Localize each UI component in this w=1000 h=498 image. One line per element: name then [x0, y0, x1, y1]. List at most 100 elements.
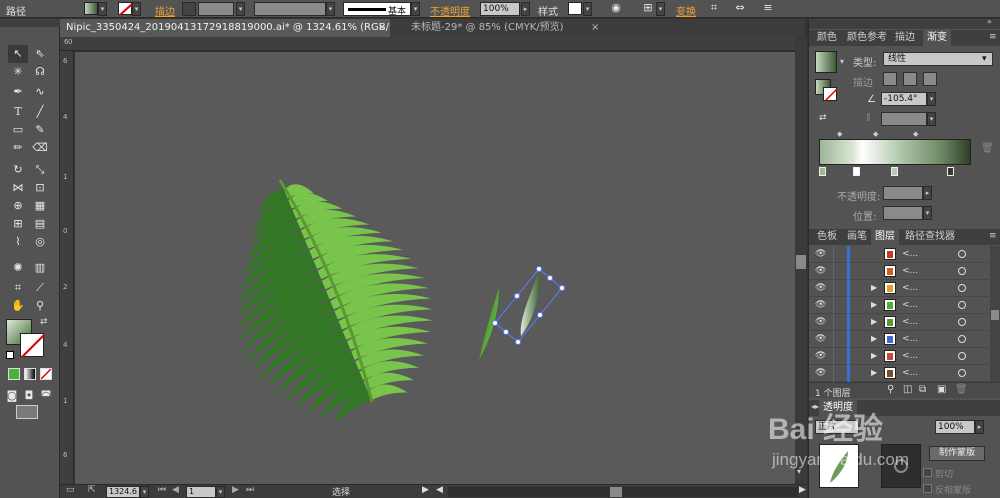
variable-width-field[interactable]	[254, 2, 326, 16]
expand-triangle-icon[interactable]: ▶	[871, 351, 877, 360]
delete-stop-icon[interactable]: 🗑	[981, 143, 994, 154]
artboard-canvas[interactable]	[75, 52, 795, 484]
lock-column[interactable]	[833, 297, 834, 314]
lasso-tool-icon[interactable]: ☊	[30, 63, 50, 81]
draw-normal-icon[interactable]: ◙	[4, 387, 20, 405]
selection-handle[interactable]	[492, 320, 498, 326]
midpoint-diamond-icon[interactable]: ◆	[873, 130, 878, 138]
stroke-label[interactable]: 描边	[155, 3, 175, 18]
aspect-ratio-dropdown[interactable]: ▾	[927, 112, 936, 126]
stop-opacity-field[interactable]	[883, 186, 923, 200]
artboard-dropdown[interactable]: ▾	[216, 486, 225, 498]
rotate-tool-icon[interactable]: ↻	[8, 161, 28, 179]
artboard-number-field[interactable]: 1	[186, 486, 216, 498]
gradient-angle-field[interactable]: -105.4°	[881, 92, 927, 106]
lock-column[interactable]	[833, 331, 834, 348]
pen-tool-icon[interactable]: ✒	[8, 83, 28, 101]
visibility-eye-icon[interactable]: 👁	[815, 334, 826, 344]
horizontal-scrollbar[interactable]	[448, 487, 798, 497]
expand-triangle-icon[interactable]: ▶	[871, 334, 877, 343]
next-artboard-icon[interactable]: ▶	[232, 485, 239, 495]
previous-artboard-icon[interactable]: ◀	[172, 485, 179, 495]
artboard-tool-icon[interactable]: ⌗	[8, 279, 28, 297]
zoom-tool-icon[interactable]: ⚲	[30, 297, 50, 315]
panel-menu-icon[interactable]: ≡	[760, 1, 776, 17]
layers-scrollbar[interactable]	[990, 246, 1000, 382]
selection-handle[interactable]	[559, 285, 565, 291]
lock-column[interactable]	[833, 246, 834, 263]
layer-row[interactable]: 👁 ▶ <...	[809, 297, 989, 314]
eraser-tool-icon[interactable]: ⌫	[30, 139, 50, 157]
angle-dropdown[interactable]: ▾	[927, 92, 936, 106]
layer-row[interactable]: 👁 ▶ <...	[809, 365, 989, 382]
hand-tool-icon[interactable]: ✋	[8, 297, 28, 315]
width-tool-icon[interactable]: ⋈	[8, 179, 28, 197]
reverse-gradient-icon[interactable]: ⇄	[819, 113, 827, 123]
stroke-within-button[interactable]	[883, 72, 897, 86]
lock-column[interactable]	[833, 314, 834, 331]
last-artboard-icon[interactable]: ⏭	[246, 485, 254, 495]
symbol-sprayer-tool-icon[interactable]: ✺	[8, 259, 28, 277]
close-icon[interactable]: ×	[591, 19, 599, 37]
midpoint-diamond-icon[interactable]: ◆	[913, 130, 918, 138]
rectangle-tool-icon[interactable]: ▭	[8, 121, 28, 139]
color-mode-icon[interactable]	[8, 368, 20, 380]
gradient-stop[interactable]	[891, 167, 898, 176]
layer-row[interactable]: 👁 <...	[809, 246, 989, 263]
isolate-icon[interactable]: ⌗	[706, 1, 722, 17]
tab-brushes[interactable]: 画笔	[843, 229, 871, 245]
tab-color[interactable]: 颜色	[813, 30, 841, 46]
draw-behind-icon[interactable]: ◘	[21, 387, 37, 405]
fill-swatch[interactable]	[84, 2, 98, 15]
target-circle-icon[interactable]	[958, 369, 966, 377]
scrollbar-thumb[interactable]	[610, 487, 622, 497]
selection-tool-icon[interactable]: ↖	[8, 45, 28, 63]
locate-object-icon[interactable]: ⚲	[887, 384, 894, 395]
scale-tool-icon[interactable]: ⤡	[30, 161, 50, 179]
scroll-left-icon[interactable]: ◀	[436, 485, 443, 495]
blend-tool-icon[interactable]: ◎	[30, 233, 50, 251]
graphic-style-swatch[interactable]	[568, 2, 582, 15]
mesh-tool-icon[interactable]: ⊞	[8, 215, 28, 233]
tab-swatches[interactable]: 色板	[813, 229, 841, 245]
stroke-color-box[interactable]	[20, 333, 45, 358]
scrollbar-thumb[interactable]	[991, 310, 999, 320]
free-transform-tool-icon[interactable]: ⊡	[30, 179, 50, 197]
target-circle-icon[interactable]	[958, 284, 966, 292]
target-circle-icon[interactable]	[958, 335, 966, 343]
lock-column[interactable]	[833, 280, 834, 297]
graphic-style-dropdown[interactable]: ▾	[583, 2, 592, 16]
gradient-tool-icon[interactable]: ▤	[30, 215, 50, 233]
stroke-across-button[interactable]	[923, 72, 937, 86]
panel-menu-icon[interactable]: ≡	[989, 32, 997, 42]
new-sublayer-icon[interactable]: ⧉	[919, 384, 926, 395]
transparency-opacity-dropdown[interactable]: ▸	[975, 420, 984, 434]
visibility-eye-icon[interactable]: 👁	[815, 300, 826, 310]
stroke-swatch[interactable]	[118, 2, 133, 16]
visibility-eye-icon[interactable]: 👁	[815, 368, 826, 378]
status-menu-icon[interactable]: ▶	[422, 485, 429, 495]
artboard-icon[interactable]: ▭	[66, 485, 75, 495]
midpoint-diamond-icon[interactable]: ◆	[837, 130, 842, 138]
scroll-right-icon[interactable]: ▶	[799, 485, 806, 495]
eyedropper-tool-icon[interactable]: ⌇	[8, 233, 28, 251]
invert-mask-checkbox[interactable]	[923, 484, 932, 493]
visibility-eye-icon[interactable]: 👁	[815, 266, 826, 276]
clipping-mask-icon[interactable]: ◫	[903, 384, 912, 395]
align-dropdown[interactable]: ▾	[656, 2, 665, 16]
layer-row[interactable]: 👁 ▶ <...	[809, 348, 989, 365]
lock-column[interactable]	[833, 365, 834, 382]
reflect-icon[interactable]: ⇔	[732, 1, 748, 17]
column-graph-tool-icon[interactable]: ▥	[30, 259, 50, 277]
selection-handle[interactable]	[547, 275, 553, 281]
first-artboard-icon[interactable]: ⏮	[158, 485, 166, 495]
magic-wand-tool-icon[interactable]: ✳	[8, 63, 28, 81]
gradient-stroke-swatch[interactable]	[823, 87, 838, 102]
recolor-icon[interactable]: ◉	[608, 1, 624, 17]
none-mode-icon[interactable]	[40, 368, 52, 380]
slice-tool-icon[interactable]: ⟋	[30, 279, 50, 297]
layer-row[interactable]: 👁 <...	[809, 263, 989, 280]
opacity-label[interactable]: 不透明度	[430, 3, 470, 18]
tab-pathfinder[interactable]: 路径查找器	[901, 229, 959, 245]
visibility-eye-icon[interactable]: 👁	[815, 283, 826, 293]
